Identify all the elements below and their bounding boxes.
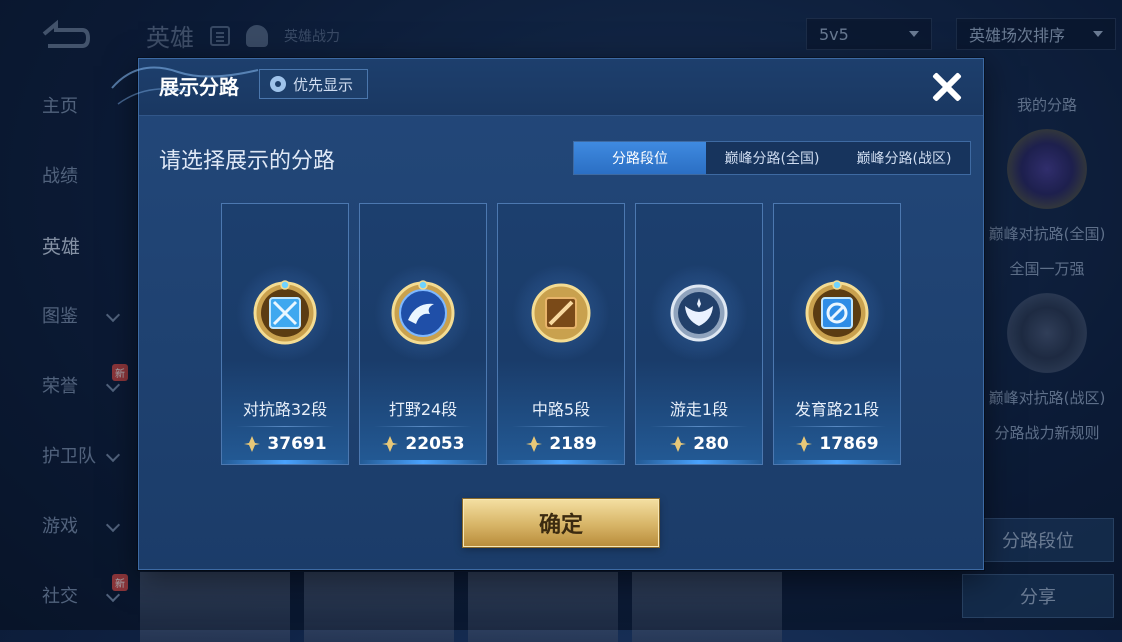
lane-power-value: 2189 bbox=[549, 434, 597, 454]
confirm-button[interactable]: 确定 bbox=[463, 499, 659, 547]
lane-card-top[interactable]: 对抗路32段 37691 bbox=[221, 203, 349, 465]
wings-icon bbox=[670, 284, 728, 342]
priority-display-button[interactable]: 优先显示 bbox=[259, 69, 369, 99]
card-bottom-glow bbox=[774, 460, 900, 464]
lane-card-label: 游走1段 bbox=[669, 400, 729, 419]
lane-power: 2189 bbox=[498, 434, 624, 454]
lane-cards: 对抗路32段 37691 打野24段 22053 中路5段 2189 游走1段 … bbox=[221, 203, 901, 465]
lane-card-mid[interactable]: 中路5段 2189 bbox=[497, 203, 625, 465]
show-lane-dialog: 展示分路 优先显示 请选择展示的分路 分路段位 巅峰分路(全国) 巅峰分路(战区… bbox=[138, 58, 984, 570]
gear-icon bbox=[270, 76, 286, 92]
card-divider bbox=[236, 426, 334, 427]
lane-card-jungle[interactable]: 打野24段 22053 bbox=[359, 203, 487, 465]
power-icon bbox=[670, 436, 687, 452]
decorative-swirl-icon bbox=[111, 66, 259, 105]
dialog-prompt: 请选择展示的分路 bbox=[159, 149, 336, 174]
priority-display-label: 优先显示 bbox=[293, 75, 354, 94]
lane-tabs: 分路段位 巅峰分路(全国) 巅峰分路(战区) bbox=[573, 141, 971, 175]
lane-power-value: 22053 bbox=[405, 434, 465, 454]
target-icon bbox=[805, 280, 869, 345]
lane-card-label: 打野24段 bbox=[388, 400, 458, 419]
card-bottom-glow bbox=[498, 460, 624, 464]
lane-power-value: 280 bbox=[693, 434, 729, 454]
close-icon[interactable] bbox=[927, 67, 967, 107]
card-divider bbox=[788, 426, 886, 427]
sword-shield-icon bbox=[253, 280, 317, 345]
lane-card-label: 发育路21段 bbox=[794, 400, 880, 419]
lane-card-label: 对抗路32段 bbox=[242, 400, 328, 419]
tab-lane-rank[interactable]: 分路段位 bbox=[574, 142, 706, 174]
lane-power: 17869 bbox=[774, 434, 900, 454]
power-icon bbox=[796, 436, 813, 452]
lane-power-value: 37691 bbox=[267, 434, 327, 454]
slash-icon bbox=[531, 283, 591, 343]
lane-power-value: 17869 bbox=[819, 434, 879, 454]
card-divider bbox=[512, 426, 610, 427]
card-divider bbox=[650, 426, 748, 427]
card-divider bbox=[374, 426, 472, 427]
lane-power: 280 bbox=[636, 434, 762, 454]
lane-card-support[interactable]: 游走1段 280 bbox=[635, 203, 763, 465]
lane-power: 37691 bbox=[222, 434, 348, 454]
card-bottom-glow bbox=[636, 460, 762, 464]
tab-peak-region[interactable]: 巅峰分路(战区) bbox=[838, 142, 970, 174]
power-icon bbox=[244, 436, 261, 452]
lane-card-adc[interactable]: 发育路21段 17869 bbox=[773, 203, 901, 465]
lane-card-label: 中路5段 bbox=[531, 400, 591, 419]
tab-peak-national[interactable]: 巅峰分路(全国) bbox=[706, 142, 838, 174]
lane-power: 22053 bbox=[360, 434, 486, 454]
card-bottom-glow bbox=[222, 460, 348, 464]
power-icon bbox=[526, 436, 543, 452]
power-icon bbox=[382, 436, 399, 452]
dragon-icon bbox=[391, 280, 455, 345]
card-bottom-glow bbox=[360, 460, 486, 464]
